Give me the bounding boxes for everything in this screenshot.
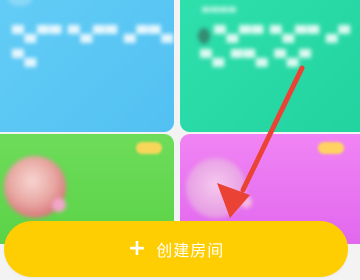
room-status-pill: [318, 142, 344, 154]
room-tag-blurred: ▀▀▀▀: [202, 8, 237, 19]
room-owner-icon: [198, 28, 210, 44]
room-title-blurred: ▀▄▀▀ ▀▄▀▀ ▄▀▀▄: [12, 25, 174, 43]
create-room-label: 创建房间: [156, 241, 225, 260]
room-title-blurred: ▀▄▀▀ ▀▄▀▀ ▄▀: [214, 25, 351, 43]
host-badge: [240, 196, 252, 208]
room-card-top-left[interactable]: ▀▄▀▀ ▀▄▀▀ ▄▀▀▄ ▀▄: [0, 0, 174, 132]
plus-icon: +: [127, 236, 147, 261]
room-subtitle-blurred: ▀▄: [12, 49, 38, 67]
host-badge: [52, 198, 66, 212]
create-room-button[interactable]: + 创建房间: [4, 221, 348, 277]
room-subtitle-blurred: ▀▄ ▀▀▄ ▀▄▀: [200, 49, 312, 67]
room-card-top-right[interactable]: ▀▀▀▀ ▀▄▀▀ ▀▄▀▀ ▄▀ ▀▄ ▀▀▄ ▀▄▀: [180, 0, 360, 132]
room-status-pill: [136, 142, 162, 154]
room-host-avatar: [186, 158, 246, 218]
